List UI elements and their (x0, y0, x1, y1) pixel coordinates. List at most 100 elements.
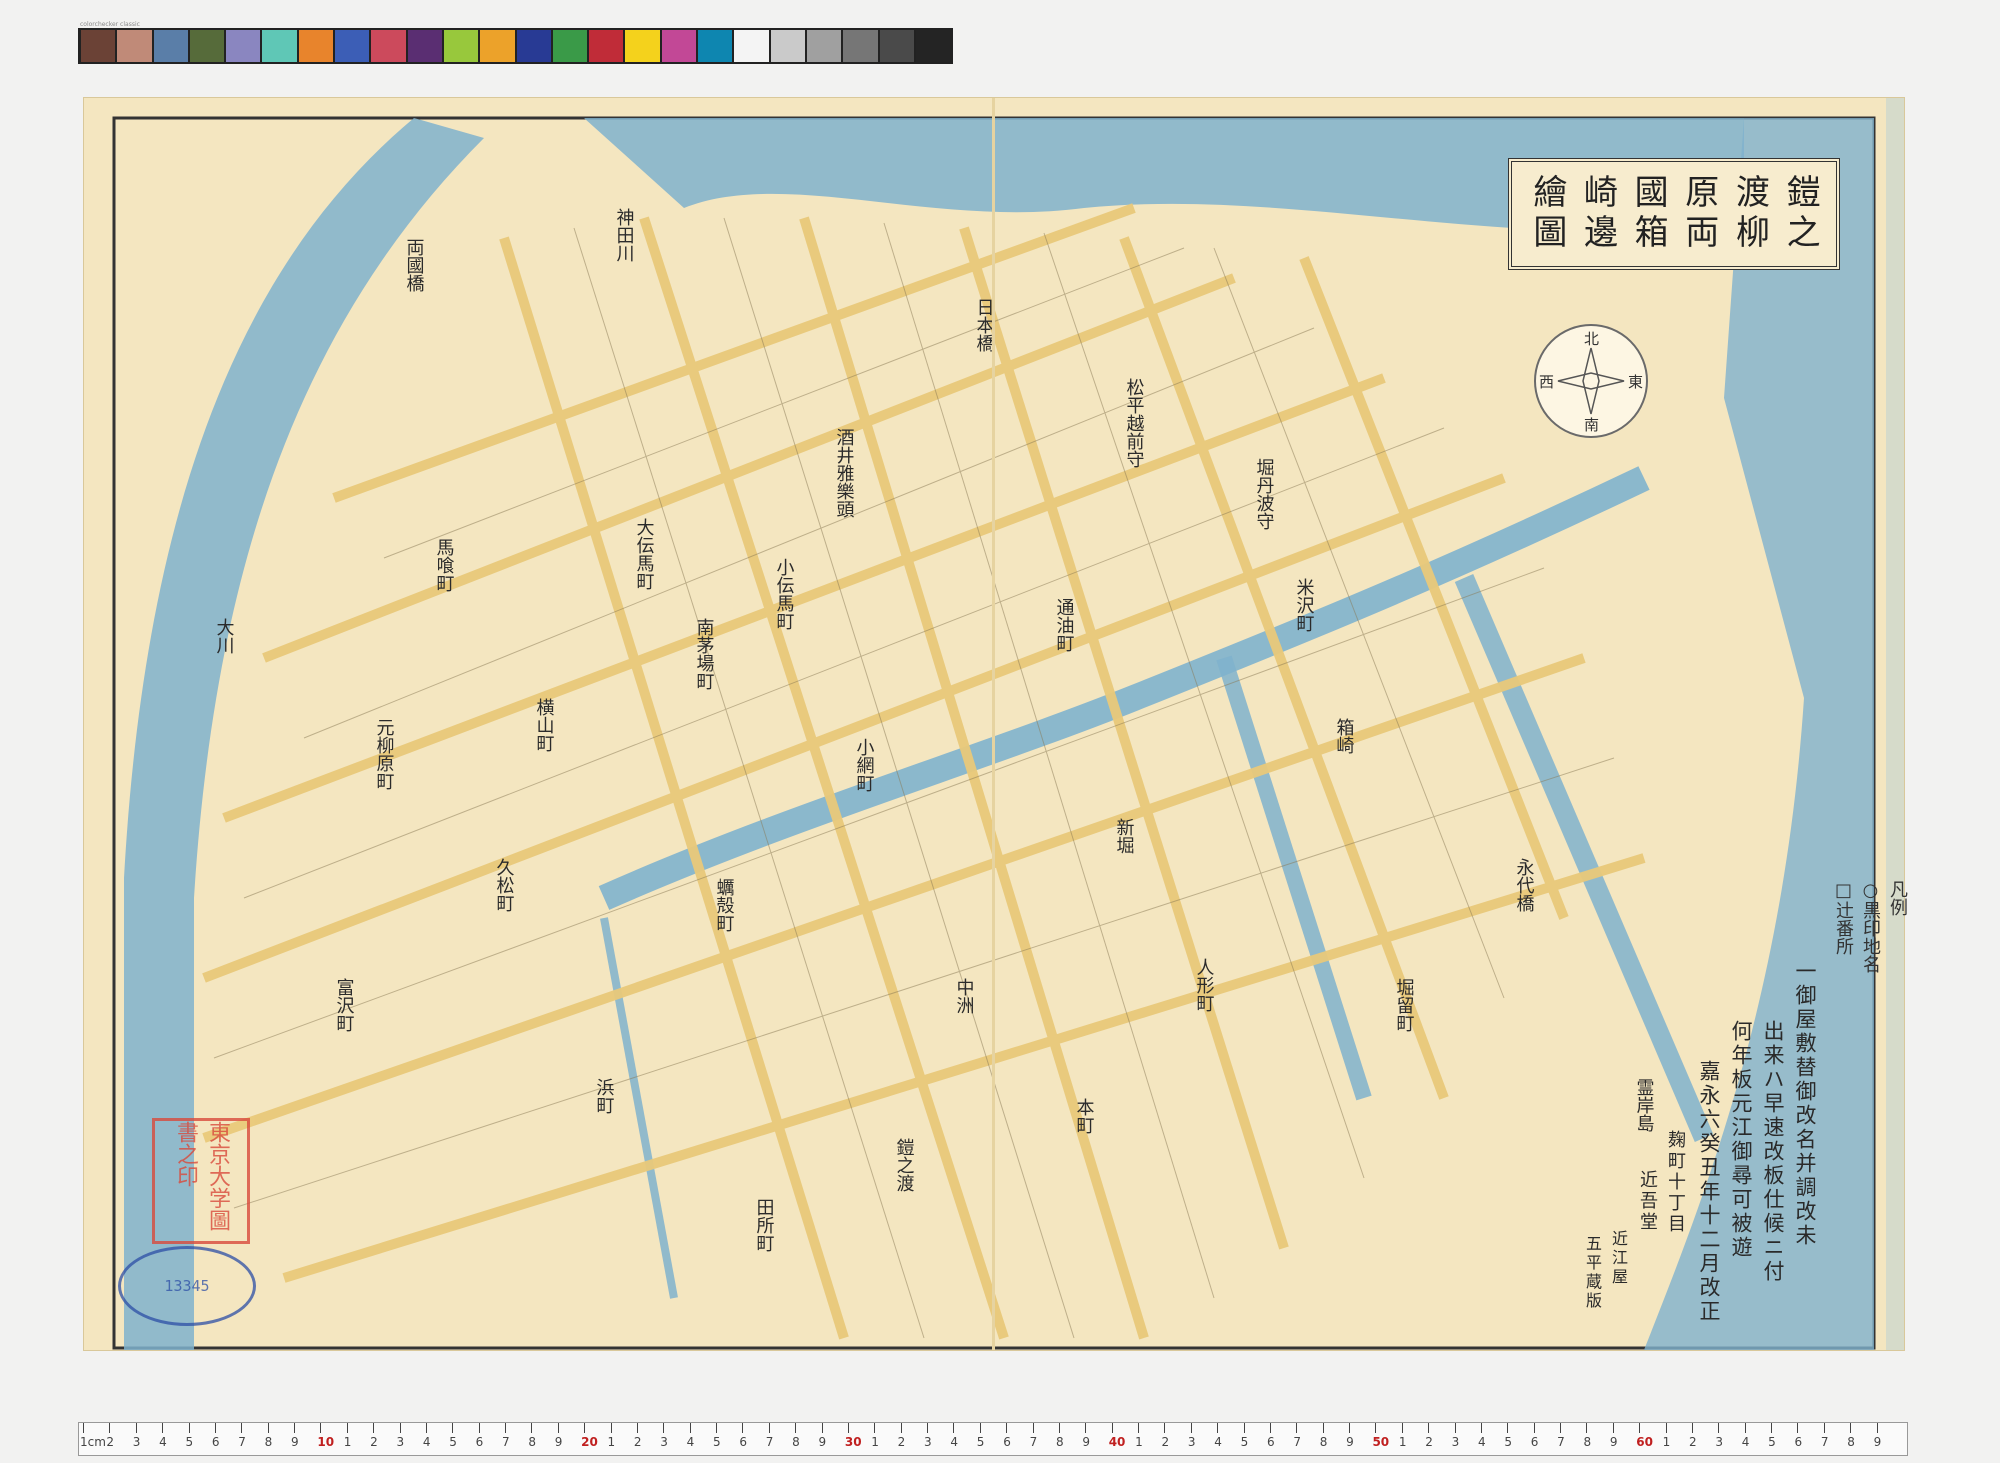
ruler-tick (373, 1423, 375, 1433)
ruler-tick (663, 1423, 665, 1433)
colophon-line: 一御屋敷替御改名并調改未 (1793, 960, 1817, 1248)
color-swatch (298, 30, 334, 62)
ruler-tick (795, 1423, 797, 1433)
ruler-tick-label: 9 (1609, 1435, 1618, 1449)
ruler-tick-label: 40 (1108, 1435, 1126, 1449)
map-place-label: 箱崎 (1334, 718, 1355, 754)
ruler-tick-label: 6 (739, 1435, 748, 1449)
map-place-label: 馬喰町 (434, 538, 455, 592)
ruler-tick (1138, 1423, 1140, 1433)
title-line: 崎邊 (1577, 174, 1618, 254)
ruler-tick (1560, 1423, 1562, 1433)
colophon-line: 嘉永六癸丑年十二月改正 (1697, 1060, 1721, 1324)
ruler-tick-label: 4 (159, 1435, 167, 1449)
ruler-tick-label: 3 (1187, 1435, 1196, 1449)
ruler-tick (188, 1423, 190, 1433)
color-swatch (915, 30, 951, 62)
ruler-tick (83, 1423, 84, 1433)
ruler-tick-label: 6 (1003, 1435, 1011, 1449)
ruler-tick-label: 1cm (80, 1435, 106, 1449)
color-swatch (879, 30, 914, 62)
title-line: 國箱 (1628, 174, 1669, 254)
ruler-tick-label: 7 (1029, 1435, 1038, 1449)
ruler-tick (241, 1423, 243, 1433)
ruler-tick-label: 8 (792, 1435, 800, 1449)
map-drawing[interactable]: 大川神田川松平越前守堀丹波守日本橋酒井雅樂頭南茅場町両國橋永代橋霊岸島小網町新堀… (84, 98, 1888, 1350)
ruler-tick (1401, 1423, 1403, 1433)
ruler-tick (294, 1423, 295, 1433)
ruler-tick (1428, 1423, 1430, 1433)
ruler-tick-label: 1 (607, 1435, 616, 1449)
measurement-ruler: 1cm 2 3 4 5 6 7 8 9 10 1 2 3 4 5 6 7 8 9 20 1 2 3 4 5 6 7 8 9 30 1 2 3 4 5… (78, 1422, 1908, 1456)
ruler-tick-label: 8 (528, 1435, 537, 1449)
map-legend: 凡例 ○黒印地名 □辻番所 (1830, 880, 1911, 973)
ruler-tick-label: 10 (317, 1435, 335, 1449)
compass-east: 東 (1628, 373, 1644, 391)
map-place-label: 霊岸島 (1634, 1078, 1655, 1133)
ruler-tick (900, 1423, 902, 1433)
ruler-tick (1639, 1423, 1641, 1433)
ruler-tick-label: 4 (1477, 1435, 1486, 1449)
ruler-tick-label: 4 (1214, 1435, 1222, 1449)
map-place-label: 新堀 (1114, 818, 1135, 854)
ruler-tick (1111, 1423, 1113, 1433)
ruler-tick (1850, 1423, 1852, 1433)
map-place-label: 元柳原町 (374, 718, 395, 790)
ruler-tick (320, 1423, 322, 1433)
color-swatch (806, 30, 842, 62)
map-place-label: 堀留町 (1394, 978, 1415, 1032)
ruler-tick (874, 1423, 876, 1433)
ruler-tick-label: 3 (660, 1435, 668, 1449)
ruler-tick (452, 1423, 454, 1433)
ruler-tick-label: 7 (1557, 1435, 1565, 1449)
ruler-tick (1612, 1423, 1614, 1433)
ruler-tick-label: 1 (1662, 1435, 1671, 1449)
color-swatch (335, 30, 370, 62)
ruler-tick-label: 2 (1688, 1435, 1697, 1449)
map-right-strip (1886, 98, 1904, 1350)
ruler-tick-label: 2 (370, 1435, 378, 1449)
color-swatch (81, 30, 116, 62)
ruler-tick-label: 6 (211, 1435, 220, 1449)
ruler-tick (1058, 1423, 1060, 1433)
map-place-label: 大川 (214, 618, 235, 654)
ruler-tick (742, 1423, 744, 1433)
ruler-tick (557, 1423, 559, 1433)
ruler-tick-label: 5 (1504, 1435, 1512, 1449)
ruler-tick (267, 1423, 269, 1433)
publisher-line: 麹町十丁目 (1665, 1130, 1686, 1235)
ruler-tick-label: 7 (765, 1435, 774, 1449)
legend-item: □辻番所 (1833, 880, 1854, 955)
ruler-tick-label: 7 (238, 1435, 246, 1449)
ruler-tick (1665, 1423, 1667, 1433)
color-swatch (262, 30, 297, 62)
ruler-tick (1533, 1423, 1535, 1433)
ruler-tick-label: 3 (1451, 1435, 1460, 1449)
map-place-label: 富沢町 (334, 978, 355, 1032)
ruler-tick-label: 20 (581, 1435, 598, 1449)
title-line: 原両 (1678, 174, 1719, 254)
ruler-tick-label: 9 (1873, 1435, 1882, 1449)
ruler-tick-label: 1 (871, 1435, 879, 1449)
ruler-tick-label: 3 (1715, 1435, 1723, 1449)
ruler-tick (505, 1423, 507, 1433)
color-checker-label: colorchecker classic (80, 21, 140, 28)
ruler-tick-label: 9 (554, 1435, 563, 1449)
map-place-label: 田所町 (754, 1198, 775, 1252)
map-place-label: 浜町 (594, 1078, 615, 1114)
map-place-label: 堀丹波守 (1254, 458, 1275, 530)
ruler-tick-label: 8 (1583, 1435, 1592, 1449)
map-place-label: 大伝馬町 (634, 518, 655, 590)
ruler-tick-label: 4 (422, 1435, 431, 1449)
color-swatch (770, 30, 805, 62)
ruler-tick-label: 7 (1820, 1435, 1829, 1449)
color-swatch (371, 30, 406, 62)
ruler-tick (1085, 1423, 1087, 1433)
ruler-tick-label: 4 (950, 1435, 959, 1449)
publisher-line: 五平蔵版 (1583, 1235, 1602, 1311)
color-swatch (661, 30, 697, 62)
color-swatch (407, 30, 442, 62)
ruler-tick (1876, 1423, 1878, 1433)
ruler-tick-label: 2 (1161, 1435, 1170, 1449)
ruler-tick (1006, 1423, 1008, 1433)
